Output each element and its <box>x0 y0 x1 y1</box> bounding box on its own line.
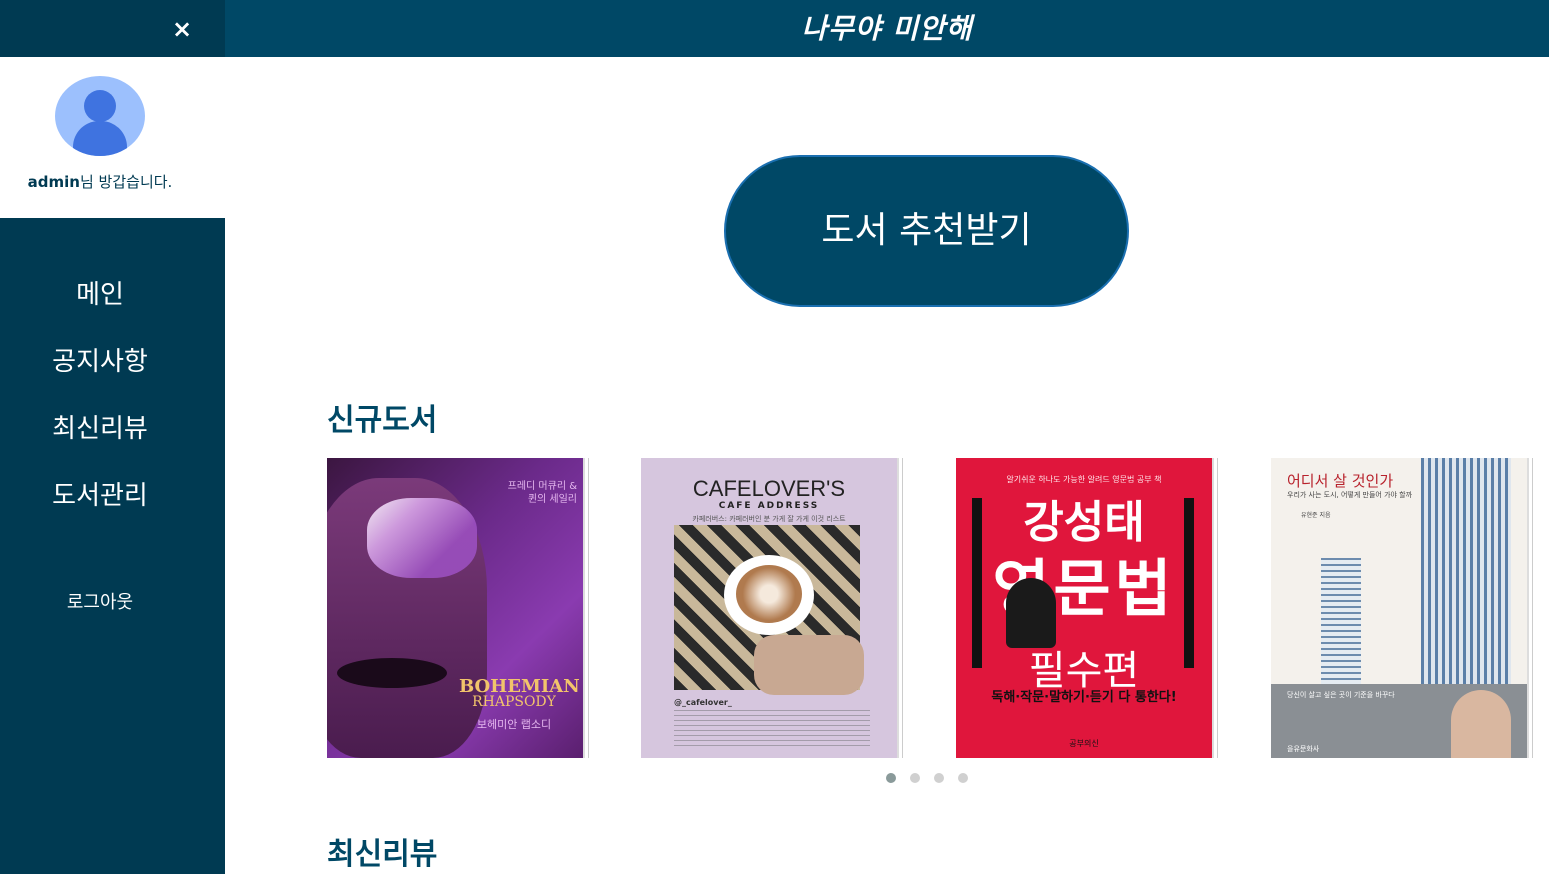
sidebar-item-reviews[interactable]: 최신리뷰 <box>0 408 200 445</box>
book-cover-4[interactable]: 어디서 살 것인가 우리가 사는 도시, 어떻게 만들어 가야 할까 유현준 지… <box>1271 458 1527 758</box>
book-cover-subtitle: 우리가 사는 도시, 어떻게 만들어 가야 할까 <box>1287 491 1413 499</box>
carousel-dot-3[interactable] <box>934 773 944 783</box>
cover-illustration-glasses <box>367 498 477 578</box>
top-bar: × 나무야 미안해 <box>0 0 1549 57</box>
recommend-books-button[interactable]: 도서 추천받기 <box>724 155 1129 307</box>
avatar-body <box>73 121 127 156</box>
book-cover-1[interactable]: 프레디 머큐리 & 퀸의 세일리 BOHEMIAN RHAPSODY 보헤미안 … <box>327 458 583 758</box>
book-cover-title: 어디서 살 것인가 <box>1287 472 1394 490</box>
cover-photo-hand <box>754 635 864 695</box>
avatar-icon <box>55 76 145 156</box>
avatar-head <box>84 90 116 122</box>
book-cover-title-2: RHAPSODY <box>472 694 556 710</box>
cover-illustration-building <box>1321 558 1361 688</box>
cover-illustration-tower <box>1421 458 1511 688</box>
book-cover-blurb: 당신이 살고 싶은 곳이 기준을 바꾸다 <box>1287 691 1395 699</box>
sidebar-item-main[interactable]: 메인 <box>0 274 200 311</box>
new-books-title: 신규도서 <box>327 403 438 438</box>
close-icon[interactable]: × <box>168 14 196 44</box>
book-cover-publisher: 을유문화사 <box>1287 745 1320 753</box>
sidebar-nav: 메인 공지사항 최신리뷰 도서관리 로그아웃 <box>0 218 225 874</box>
greeting-suffix: 님 방갑습니다. <box>79 173 173 191</box>
cover-author-photo <box>1451 690 1511 758</box>
carousel-dot-4[interactable] <box>958 773 968 783</box>
book-cover-tagline: 독해·작문·말하기·듣기 다 통한다! <box>991 690 1177 705</box>
profile-panel: admin님 방갑습니다. <box>0 57 225 218</box>
sidebar-item-notice[interactable]: 공지사항 <box>0 341 200 378</box>
sidebar: admin님 방갑습니다. 메인 공지사항 최신리뷰 도서관리 로그아웃 <box>0 57 225 874</box>
sidebar-header: × <box>0 0 225 57</box>
book-cover-publisher: 공부의신 <box>1069 739 1099 748</box>
book-cover-author: 유현준 지음 <box>1301 512 1331 519</box>
book-cover-subtitle: CAFE ADDRESS <box>718 501 820 511</box>
logout-link[interactable]: 로그아웃 <box>0 588 200 614</box>
book-cover-note: 카페러버스: 카페러버인 분 가게 잘 가게 이것 리스트 <box>692 515 846 523</box>
cover-body-text <box>674 710 870 746</box>
cover-illustration-mustache <box>337 658 447 688</box>
book-cover-title: CAFELOVER'S <box>692 476 846 501</box>
carousel-dot-2[interactable] <box>910 773 920 783</box>
greeting-username: admin <box>27 173 80 191</box>
book-cover-subtitle: 프레디 머큐리 & 퀸의 세일리 <box>507 481 577 505</box>
book-cover-top-text: 알기쉬운 하나도 가능한 알려드 영문법 공부 책 <box>1006 475 1162 484</box>
sidebar-item-book-admin[interactable]: 도서관리 <box>0 475 200 512</box>
book-cover-title: 영문법 <box>992 552 1176 625</box>
cover-photo <box>674 525 864 695</box>
latest-reviews-title: 최신리뷰 <box>327 837 438 872</box>
site-logo[interactable]: 나무야 미안해 <box>225 0 1549 57</box>
carousel-dot-1[interactable] <box>886 773 896 783</box>
book-cover-handle: @_cafelover_ <box>674 698 732 707</box>
book-cover-2[interactable]: CAFELOVER'S CAFE ADDRESS 카페러버스: 카페러버인 분 … <box>641 458 897 758</box>
cover-photo-latte-art <box>736 565 802 623</box>
greeting-text: admin님 방갑습니다. <box>0 171 200 192</box>
book-cover-3[interactable]: 알기쉬운 하나도 가능한 알려드 영문법 공부 책 강성태 영문법 필수편 독해… <box>956 458 1212 758</box>
main-content: 도서 추천받기 신규도서 프레디 머큐리 & 퀸의 세일리 BOHEMIAN R… <box>225 57 1549 874</box>
book-cover-korean-title: 보헤미안 랩소디 <box>476 718 552 731</box>
